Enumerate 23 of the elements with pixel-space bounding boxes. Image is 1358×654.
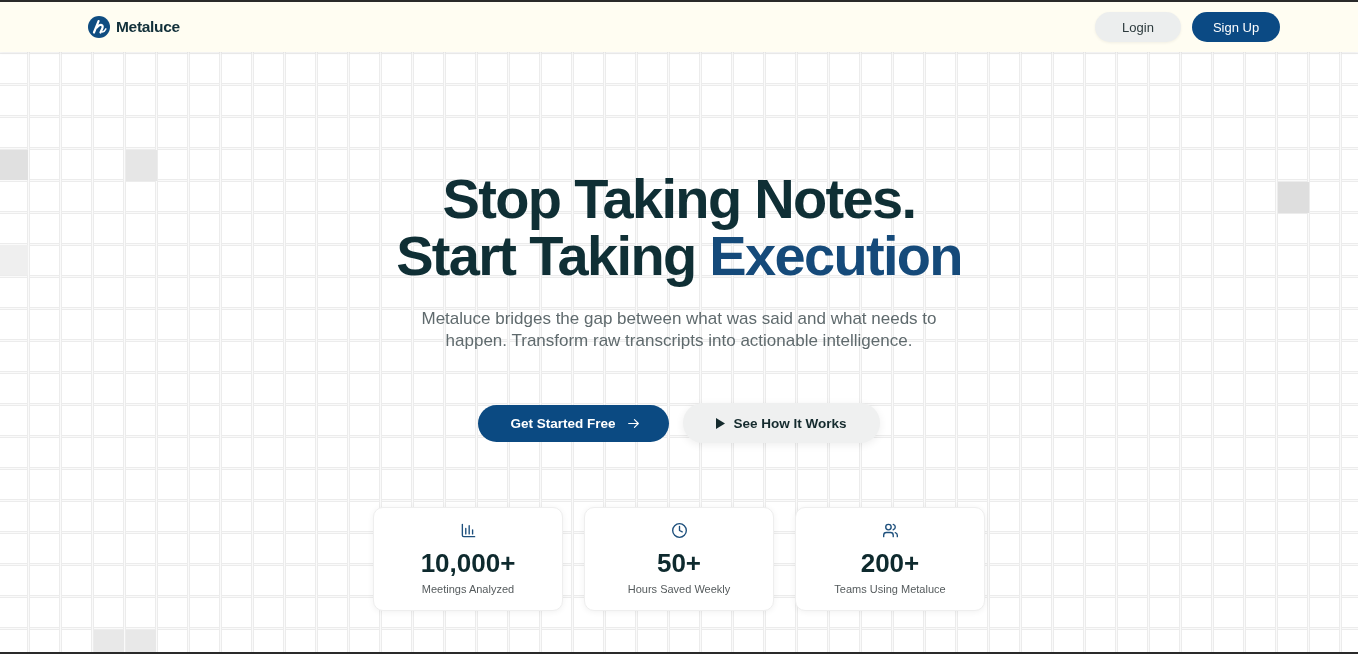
- brand-name: Metaluce: [116, 18, 180, 36]
- grid-tile: [0, 150, 28, 180]
- stat-label: Meetings Analyzed: [421, 582, 515, 596]
- stat-value: 200+: [860, 548, 920, 578]
- arrow-right-icon: [627, 418, 639, 428]
- stat-value: 50+: [656, 548, 702, 578]
- stat-value: 10,000+: [420, 548, 516, 578]
- see-how-button[interactable]: See How It Works: [682, 403, 880, 443]
- grid-tile: [126, 630, 156, 652]
- hero-description: Metaluce bridges the gap between what was said and what needs to happen. Transform raw transcripts into actionable intelligence.: [420, 308, 938, 352]
- play-icon: [715, 417, 725, 429]
- bar-chart-icon: [460, 523, 476, 538]
- clock-icon: [671, 523, 687, 538]
- users-icon: [882, 523, 898, 538]
- get-started-button[interactable]: Get Started Free: [478, 404, 669, 442]
- nav-button[interactable]: Sign Up: [1192, 12, 1280, 42]
- stat-label: Teams Using Metaluce: [834, 582, 946, 596]
- grid-tile: [1278, 182, 1309, 213]
- grid-tile: [126, 150, 157, 181]
- logo-icon: [88, 16, 110, 38]
- stat-label: Hours Saved Weekly: [627, 582, 731, 596]
- nav-button[interactable]: Login: [1095, 12, 1181, 42]
- grid-tile: [94, 630, 124, 652]
